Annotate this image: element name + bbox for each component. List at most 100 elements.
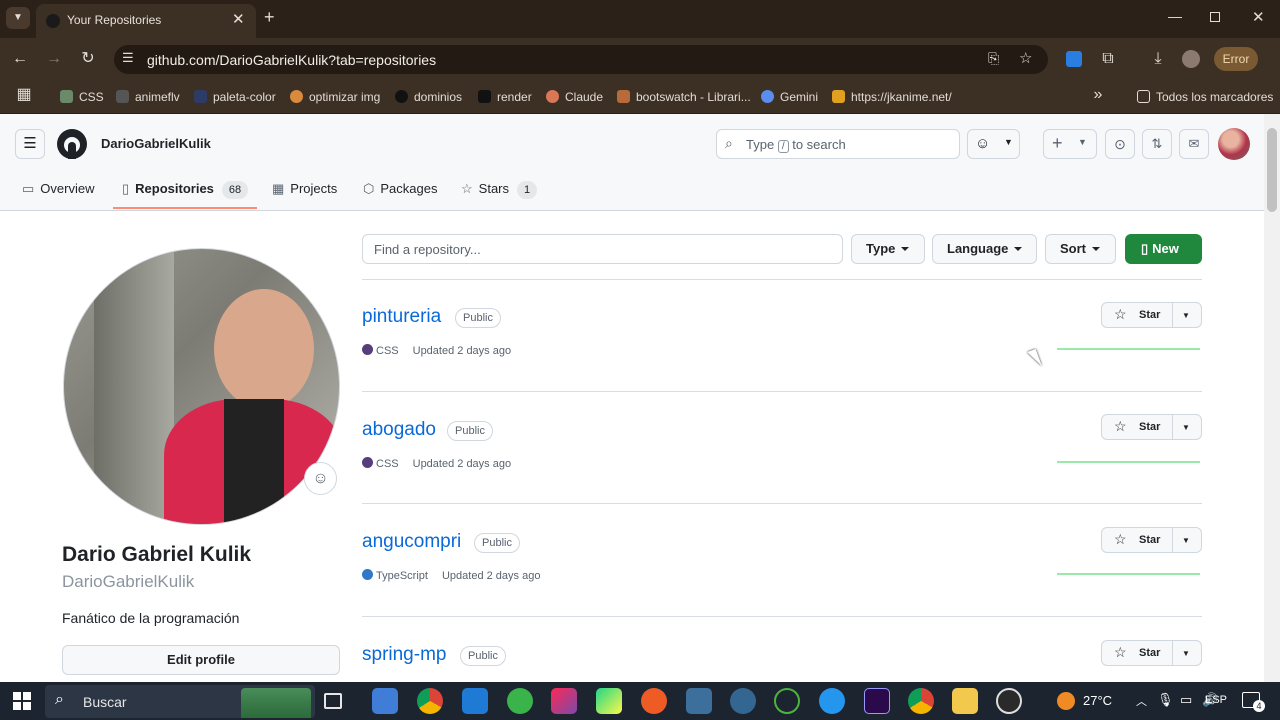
find-repository-input[interactable]: Find a repository... — [362, 234, 843, 264]
copilot-button[interactable]: ☺ ▼ — [967, 129, 1020, 159]
tab-projects[interactable]: ▦ Projects — [272, 178, 337, 200]
temperature-label[interactable]: 27°C — [1083, 693, 1112, 708]
url-text[interactable]: github.com/DarioGabrielKulik?tab=reposit… — [147, 52, 436, 68]
browser-tab[interactable]: Your Repositories ✕ — [36, 4, 256, 38]
chrome-app-icon[interactable] — [908, 688, 934, 714]
pull-requests-button[interactable]: ⇅ — [1142, 129, 1172, 159]
extension-s-icon[interactable] — [1066, 51, 1082, 67]
scrollbar-thumb[interactable] — [1267, 128, 1277, 212]
star-list-dropdown-icon[interactable]: ▼ — [1182, 311, 1190, 320]
docker-app-icon[interactable] — [819, 688, 845, 714]
bookmark-optimizar-img[interactable]: optimizar img — [290, 87, 380, 107]
star-list-dropdown-icon[interactable]: ▼ — [1182, 536, 1190, 545]
animeflv-icon — [116, 90, 129, 103]
bookmark-dominios[interactable]: dominios — [395, 87, 462, 107]
site-info-icon[interactable]: ☰ — [122, 50, 134, 66]
star-list-dropdown-icon[interactable]: ▼ — [1182, 649, 1190, 658]
create-new-button[interactable]: + ▼ — [1043, 129, 1097, 159]
obs-app-icon[interactable] — [996, 688, 1022, 714]
bookmark-gemini[interactable]: Gemini — [761, 87, 818, 107]
task-view-icon[interactable] — [324, 693, 342, 709]
file-explorer-app-icon[interactable] — [952, 688, 978, 714]
bookmark-bootswatch[interactable]: bootswatch - Librari... — [617, 87, 751, 107]
sort-dropdown[interactable]: Sort — [1045, 234, 1116, 264]
tab-overview[interactable]: ▭ Overview — [22, 178, 94, 200]
address-bar[interactable]: ☰ github.com/DarioGabrielKulik?tab=repos… — [114, 45, 1048, 74]
tab-stars[interactable]: ☆ Stars 1 — [461, 178, 538, 200]
taskbar-search[interactable]: ⌕ Buscar — [45, 685, 315, 718]
issues-button[interactable]: ⊙ — [1105, 129, 1135, 159]
dbeaver-app-icon[interactable] — [686, 688, 712, 714]
close-window-icon[interactable]: ✕ — [1252, 8, 1265, 26]
postgres-app-icon[interactable] — [730, 688, 756, 714]
download-icon[interactable]: ⤓ — [1148, 49, 1168, 69]
mongodb-app-icon[interactable] — [774, 688, 800, 714]
extensions-puzzle-icon[interactable]: ⧉ — [1098, 49, 1118, 69]
more-bookmarks-icon[interactable]: » — [1090, 85, 1106, 105]
back-icon[interactable]: ← — [10, 49, 30, 69]
apps-grid-icon[interactable]: ▦ — [14, 85, 34, 105]
visibility-badge: Public — [474, 533, 520, 553]
restore-icon[interactable] — [1210, 12, 1220, 22]
bookmark-claude[interactable]: Claude — [546, 87, 603, 107]
tab-repositories[interactable]: ▯ Repositories 68 — [122, 178, 249, 200]
menu-button[interactable]: ☰ — [15, 129, 45, 159]
inbox-button[interactable]: ✉ — [1179, 129, 1209, 159]
bookmark-jkanime[interactable]: https://jkanime.net/ — [832, 87, 952, 107]
error-button[interactable]: Error — [1214, 47, 1258, 71]
tab-packages[interactable]: ⬡ Packages — [363, 178, 437, 200]
repo-meta: TypeScript Updated 2 days ago — [362, 569, 540, 582]
reload-icon[interactable]: ↻ — [78, 49, 98, 69]
repo-name-link[interactable]: angucompri — [362, 531, 461, 553]
type-filter-dropdown[interactable]: Type — [851, 234, 925, 264]
star-button[interactable]: ☆ Star ▼ — [1101, 414, 1202, 440]
minimize-icon[interactable]: — — [1168, 8, 1182, 24]
edit-profile-button[interactable]: Edit profile — [62, 645, 340, 675]
star-icon: ☆ — [461, 181, 473, 196]
intellij-app-icon[interactable] — [551, 688, 577, 714]
bookmark-render[interactable]: render — [478, 87, 532, 107]
profile-avatar-icon[interactable] — [1182, 50, 1200, 68]
star-button[interactable]: ☆ Star ▼ — [1101, 640, 1202, 666]
language-filter-dropdown[interactable]: Language — [932, 234, 1037, 264]
bookmark-animeflv[interactable]: animeflv — [116, 87, 180, 107]
repo-name-link[interactable]: abogado — [362, 419, 436, 441]
search-input[interactable]: ⌕ Type / to search — [716, 129, 960, 159]
close-tab-icon[interactable]: ✕ — [232, 10, 245, 28]
language-indicator[interactable]: ESP — [1205, 694, 1227, 706]
network-icon[interactable]: ▭ — [1180, 692, 1192, 708]
weather-icon[interactable] — [1057, 692, 1075, 710]
forward-icon[interactable]: → — [44, 49, 64, 69]
tab-search-icon[interactable]: ▼ — [6, 7, 30, 29]
github-logo-icon[interactable] — [57, 129, 87, 159]
bookmark-css[interactable]: CSS — [60, 87, 104, 107]
bookmark-paleta-color[interactable]: paleta-color — [194, 87, 276, 107]
set-status-button[interactable]: ☺ — [304, 462, 337, 495]
new-repository-button[interactable]: ▯ New — [1125, 234, 1202, 264]
premiere-app-icon[interactable] — [864, 688, 890, 714]
star-list-dropdown-icon[interactable]: ▼ — [1182, 423, 1190, 432]
search-placeholder-post: to search — [792, 137, 846, 152]
bookmark-star-icon[interactable]: ☆ — [1019, 49, 1032, 67]
new-tab-icon[interactable]: + — [264, 7, 275, 28]
explorer-app-icon[interactable] — [372, 688, 398, 714]
tray-chevron-icon[interactable]: ︿ — [1136, 693, 1147, 709]
vscode-app-icon[interactable] — [462, 688, 488, 714]
star-button[interactable]: ☆ Star ▼ — [1101, 527, 1202, 553]
postman-app-icon[interactable] — [641, 688, 667, 714]
all-bookmarks-folder[interactable]: Todos los marcadores — [1137, 87, 1273, 107]
chrome-app-icon[interactable] — [417, 688, 443, 714]
user-avatar[interactable] — [1218, 128, 1250, 160]
app-icon[interactable] — [507, 688, 533, 714]
star-button[interactable]: ☆ Star ▼ — [1101, 302, 1202, 328]
stars-count: 1 — [517, 181, 538, 199]
install-app-icon[interactable]: ⎘ — [988, 50, 999, 67]
windows-start-icon[interactable] — [13, 692, 31, 710]
repo-name-link[interactable]: spring-mp — [362, 644, 446, 666]
header-username[interactable]: DarioGabrielKulik — [101, 136, 211, 151]
repo-updated: Updated 2 days ago — [412, 458, 512, 470]
pycharm-app-icon[interactable] — [596, 688, 622, 714]
star-label: Star — [1139, 421, 1161, 433]
microphone-icon[interactable]: 🎙 — [1157, 692, 1174, 708]
repo-name-link[interactable]: pintureria — [362, 306, 441, 328]
